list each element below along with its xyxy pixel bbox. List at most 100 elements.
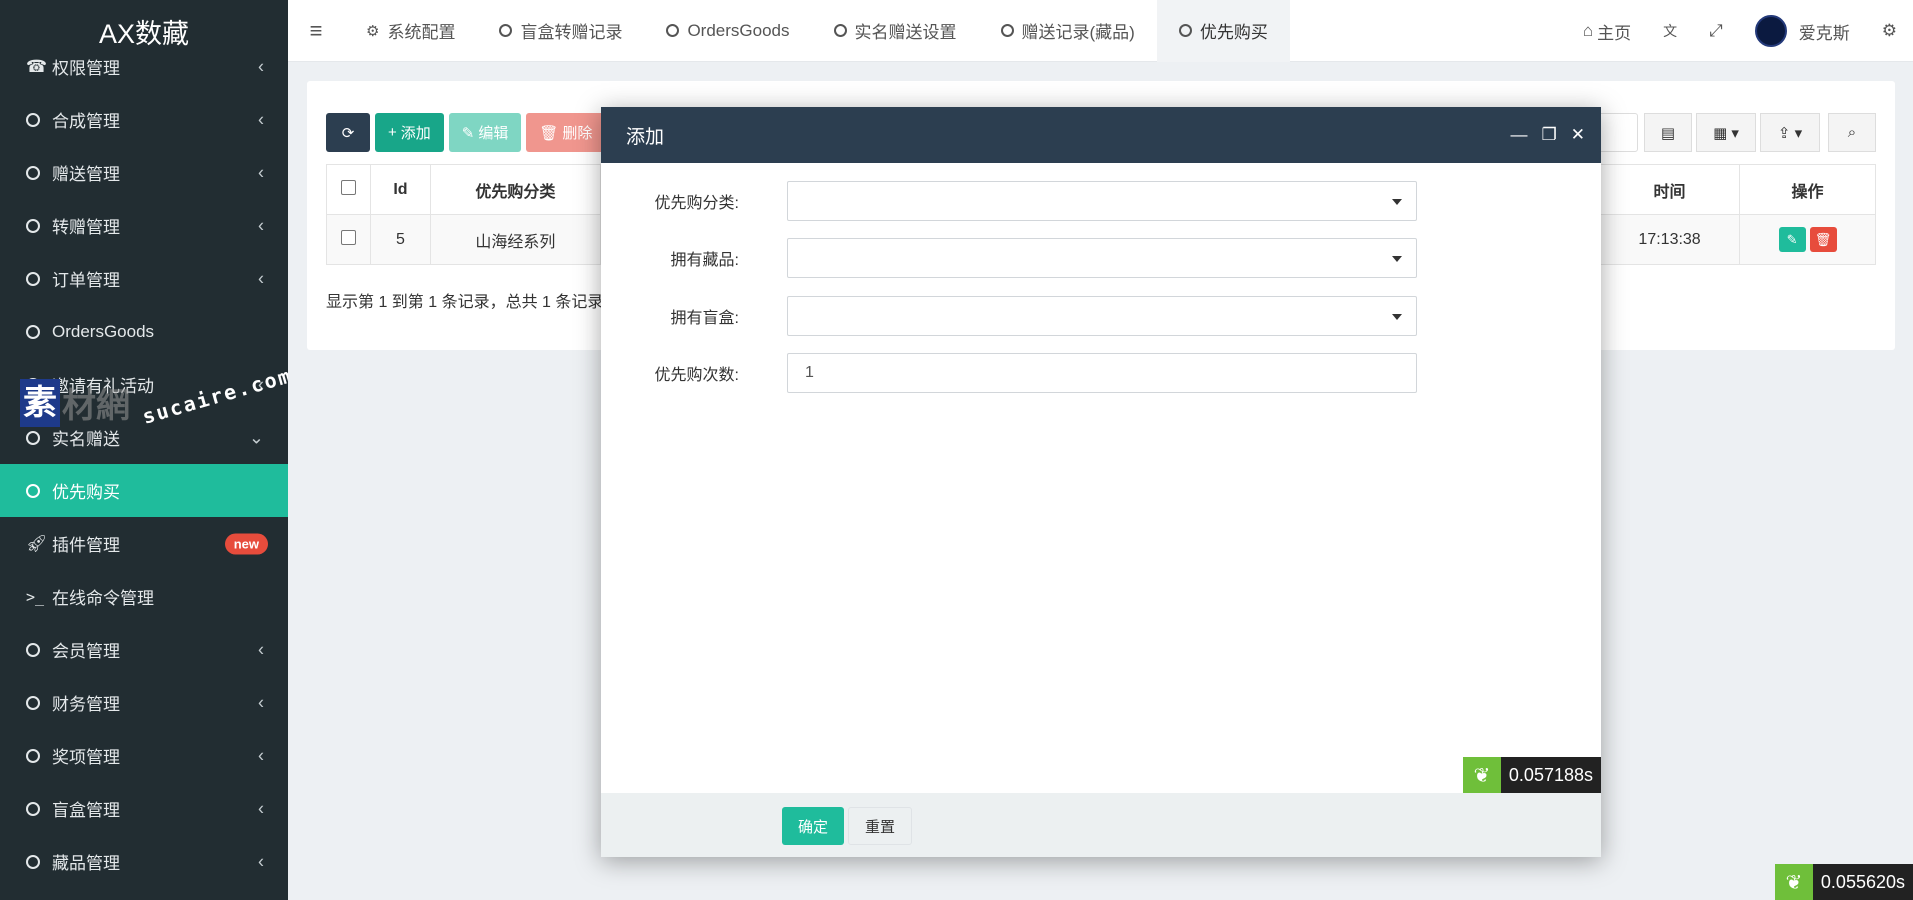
reset-button[interactable]: 重置 <box>848 807 912 845</box>
collection-select[interactable] <box>787 238 1417 278</box>
sidebar-menu: ☎ 权限管理 ‹ 合成管理 ‹ 赠送管理 ‹ 转赠管理 ‹ 订单管理 ‹ Ord… <box>0 40 288 888</box>
tab-blindbox-transfer[interactable]: 盲盒转赠记录 <box>477 0 644 62</box>
rocket-icon: 🚀︎ <box>26 533 48 553</box>
tab-gift-records[interactable]: 赠送记录(藏品) <box>979 0 1157 62</box>
minimize-icon[interactable]: — <box>1511 125 1528 145</box>
close-icon[interactable]: ✕ <box>1571 125 1585 145</box>
circle-icon <box>26 430 52 445</box>
sidebar-item-transfer[interactable]: 转赠管理 ‹ <box>0 199 288 252</box>
circle-icon <box>26 483 52 498</box>
circle-icon <box>666 24 680 37</box>
sidebar-item-collections[interactable]: 藏品管理 ‹ <box>0 835 288 888</box>
chevron-left-icon: ‹ <box>258 745 264 765</box>
dialog-footer: 确定 重置 <box>601 793 1601 857</box>
avatar <box>1754 15 1787 47</box>
user-group-icon: ☎ <box>26 56 48 76</box>
pencil-icon: ✎ <box>1786 231 1798 247</box>
settings-button[interactable]: ⚙ <box>1866 21 1913 41</box>
tab-ordersgoods[interactable]: OrdersGoods <box>644 0 811 62</box>
topbar: ≡ ⚙ 系统配置 盲盒转赠记录 OrdersGoods 实名赠送设置 赠送记录(… <box>288 0 1913 62</box>
tab-realname-gift-settings[interactable]: 实名赠送设置 <box>812 0 979 62</box>
page-timer-value: 0.055620s <box>1820 871 1905 892</box>
home-icon: ⌂ <box>1582 21 1594 40</box>
sidebar-item-synthesis[interactable]: 合成管理 ‹ <box>0 93 288 146</box>
sidebar-item-ordersgoods[interactable]: OrdersGoods <box>0 305 288 358</box>
search-button[interactable]: ⌕ <box>1828 113 1876 152</box>
blindbox-select[interactable] <box>787 296 1417 336</box>
edit-button[interactable]: ✎ 编辑 <box>448 113 522 152</box>
sidebar-item-gift[interactable]: 赠送管理 ‹ <box>0 146 288 199</box>
sidebar-item-prizes[interactable]: 奖项管理 ‹ <box>0 729 288 782</box>
add-button[interactable]: + 添加 <box>375 113 444 152</box>
confirm-button[interactable]: 确定 <box>782 807 844 845</box>
home-link[interactable]: ⌂ 主页 <box>1567 19 1647 44</box>
grid-icon: ▦ ▾ <box>1713 124 1739 142</box>
row-select-cell[interactable] <box>326 214 371 265</box>
count-value: 1 <box>805 364 814 381</box>
select-all-cell[interactable] <box>326 164 371 215</box>
category-label: 优先购分类: <box>654 195 739 212</box>
refresh-button[interactable]: ⟳ <box>326 113 370 152</box>
sidebar-item-label: 财务管理 <box>52 695 120 714</box>
row-edit-button[interactable]: ✎ <box>1778 227 1806 252</box>
user-menu[interactable]: 爱克斯 <box>1739 15 1866 47</box>
username: 爱克斯 <box>1798 23 1850 43</box>
delete-button[interactable]: 🗑︎ 删除 <box>526 113 606 152</box>
sidebar-item-finance[interactable]: 财务管理 ‹ <box>0 676 288 729</box>
export-button[interactable]: ⇪ ▾ <box>1760 113 1820 152</box>
card-view-button[interactable]: ▤ <box>1644 113 1692 152</box>
leaf-icon: ❦ <box>1462 757 1501 793</box>
col-category[interactable]: 优先购分类 <box>429 164 601 215</box>
cell-time: 17:13:38 <box>1599 214 1741 265</box>
plus-icon: + <box>388 124 397 141</box>
row-delete-button[interactable]: 🗑︎ <box>1809 227 1837 252</box>
row-checkbox[interactable] <box>340 229 356 245</box>
category-select[interactable] <box>787 181 1417 221</box>
tab-priority-purchase[interactable]: 优先购买 <box>1156 0 1290 62</box>
chevron-left-icon: ‹ <box>258 215 264 235</box>
language-toggle[interactable]: 文 <box>1647 21 1693 41</box>
sidebar-item-plugins[interactable]: 🚀︎ 插件管理 new <box>0 517 288 570</box>
sidebar-item-permissions[interactable]: ☎ 权限管理 ‹ <box>0 40 288 93</box>
col-id[interactable]: Id <box>369 164 431 215</box>
modal-timer-value: 0.057188s <box>1508 764 1593 785</box>
tab-label: 赠送记录(藏品) <box>1021 23 1135 42</box>
circle-icon <box>26 324 52 339</box>
count-input[interactable]: 1 <box>787 353 1417 393</box>
sidebar-item-orders[interactable]: 订单管理 ‹ <box>0 252 288 305</box>
circle-icon <box>26 695 52 710</box>
sidebar-item-members[interactable]: 会员管理 ‹ <box>0 623 288 676</box>
sidebar-item-label: 合成管理 <box>52 112 120 131</box>
select-all-checkbox[interactable] <box>340 179 356 195</box>
sidebar-item-blindbox[interactable]: 盲盒管理 ‹ <box>0 782 288 835</box>
cell-ops: ✎ 🗑︎ <box>1739 214 1876 265</box>
gears-icon: ⚙ <box>1881 21 1897 40</box>
cell-id: 5 <box>369 214 431 265</box>
trash-icon: 🗑︎ <box>539 124 559 142</box>
maximize-icon[interactable]: ❐ <box>1542 125 1557 145</box>
table-tools: ▤ ▦ ▾ ⇪ ▾ ⌕ <box>1578 113 1876 152</box>
page-timer: ❦ 0.055620s <box>1774 864 1913 900</box>
circle-icon <box>1000 24 1014 37</box>
pencil-icon: ✎ <box>461 124 475 142</box>
tab-label: 系统配置 <box>387 23 456 42</box>
tab-system-config[interactable]: ⚙ 系统配置 <box>344 0 477 62</box>
circle-icon <box>26 642 52 657</box>
sidebar: AX数藏 ☎ 权限管理 ‹ 合成管理 ‹ 赠送管理 ‹ 转赠管理 ‹ 订单管理 … <box>0 0 288 900</box>
sidebar-item-label: 实名赠送 <box>52 430 120 449</box>
sidebar-item-priority-purchase[interactable]: 优先购买 <box>0 464 288 517</box>
hamburger-icon[interactable]: ≡ <box>288 18 344 44</box>
chevron-left-icon: ‹ <box>258 268 264 288</box>
circle-icon <box>1178 24 1192 37</box>
col-time[interactable]: 时间 <box>1599 164 1741 215</box>
sidebar-item-online-command[interactable]: >_ 在线命令管理 <box>0 570 288 623</box>
chevron-left-icon: ‹ <box>258 798 264 818</box>
tab-label: OrdersGoods <box>687 20 790 40</box>
fullscreen-button[interactable]: ⤢ <box>1693 21 1739 41</box>
columns-button[interactable]: ▦ ▾ <box>1696 113 1756 152</box>
tab-label: 优先购买 <box>1199 23 1268 42</box>
circle-icon <box>26 218 52 233</box>
chevron-left-icon: ‹ <box>258 639 264 659</box>
chevron-left-icon: ‹ <box>258 692 264 712</box>
dialog-controls: — ❐ ✕ <box>1511 107 1586 163</box>
